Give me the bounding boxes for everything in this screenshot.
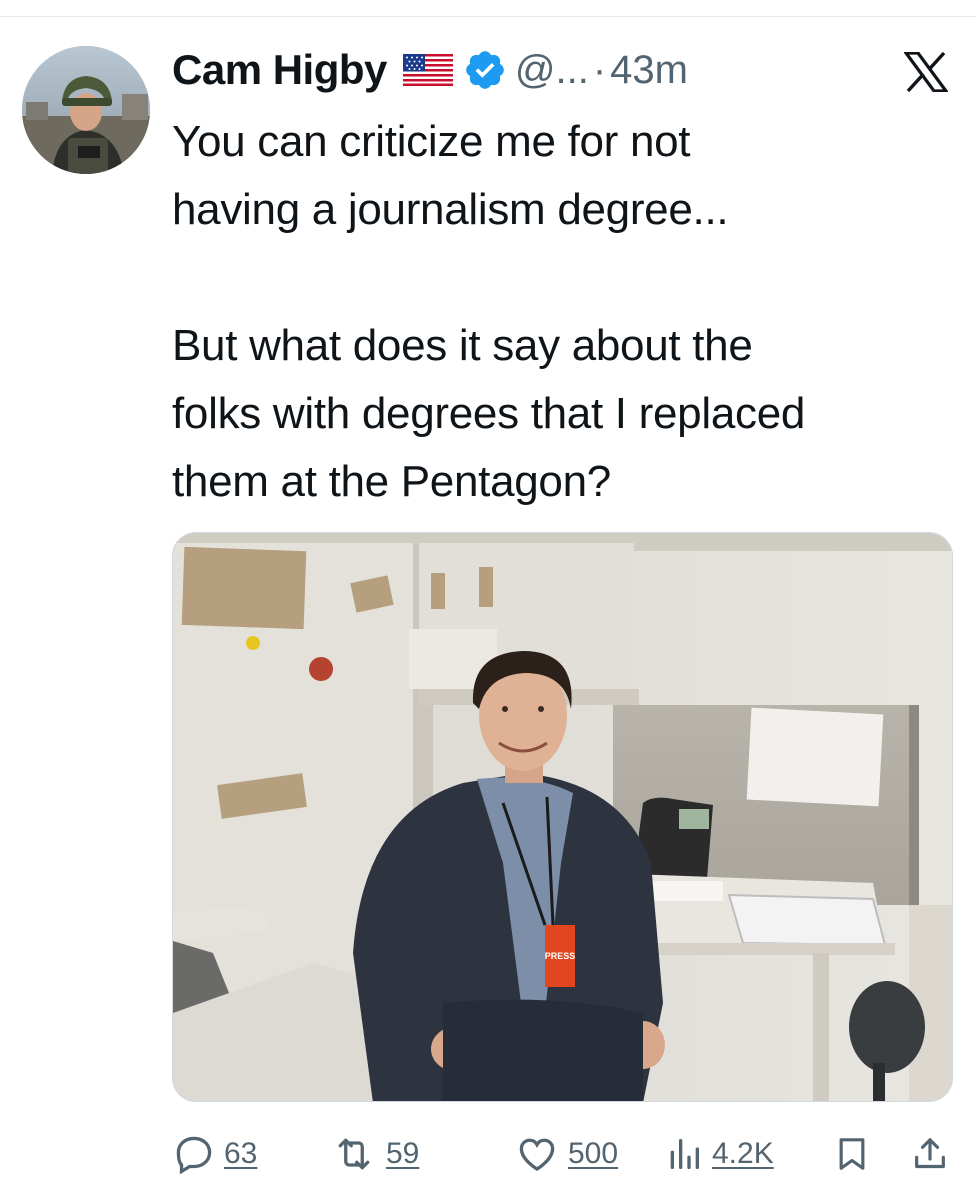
views-button[interactable]: 4.2K	[664, 1124, 774, 1184]
repost-icon	[330, 1132, 378, 1176]
tweet-text-line: them at the Pentagon?	[172, 457, 611, 506]
office-cubicle-photo: PRESS	[173, 533, 952, 1101]
avatar-image	[22, 46, 150, 174]
repost-count: 59	[386, 1137, 420, 1170]
author-avatar[interactable]	[22, 46, 150, 174]
heart-icon	[514, 1132, 560, 1176]
top-divider	[0, 16, 976, 17]
author-display-name[interactable]: Cam Higby	[172, 46, 387, 94]
tweet-media-photo[interactable]: PRESS	[172, 532, 953, 1102]
reply-bubble-icon	[172, 1132, 216, 1176]
x-logo-icon	[902, 51, 950, 93]
tweet-text-line: You can criticize me for not	[172, 117, 691, 166]
like-count: 500	[568, 1137, 619, 1170]
press-badge-label: PRESS	[545, 951, 576, 961]
author-handle[interactable]: @...	[515, 48, 589, 93]
repost-button[interactable]: 59	[330, 1124, 419, 1184]
tweet-text-line: But what does it say about the	[172, 321, 753, 370]
header-separator: ·	[592, 47, 607, 92]
verified-badge-icon[interactable]	[463, 48, 507, 92]
tweet-header: Cam Higby @... · 43m	[172, 42, 688, 98]
tweet-timestamp[interactable]: 43m	[610, 48, 688, 93]
tweet-text-line: folks with degrees that I replaced	[172, 389, 806, 438]
tweet-action-bar: 63 59 500 4.2K	[172, 1124, 952, 1184]
tweet-body: You can criticize me for not having a jo…	[172, 108, 962, 516]
views-count: 4.2K	[712, 1137, 774, 1170]
share-button[interactable]	[910, 1124, 950, 1184]
like-button[interactable]: 500	[514, 1124, 618, 1184]
us-flag-icon	[402, 54, 453, 86]
tweet-text-line: having a journalism degree...	[172, 185, 729, 234]
reply-count: 63	[224, 1137, 258, 1170]
views-chart-icon	[664, 1132, 704, 1176]
bookmark-button[interactable]	[832, 1124, 872, 1184]
bookmark-icon	[832, 1132, 872, 1176]
share-icon	[910, 1132, 950, 1176]
reply-button[interactable]: 63	[172, 1124, 257, 1184]
